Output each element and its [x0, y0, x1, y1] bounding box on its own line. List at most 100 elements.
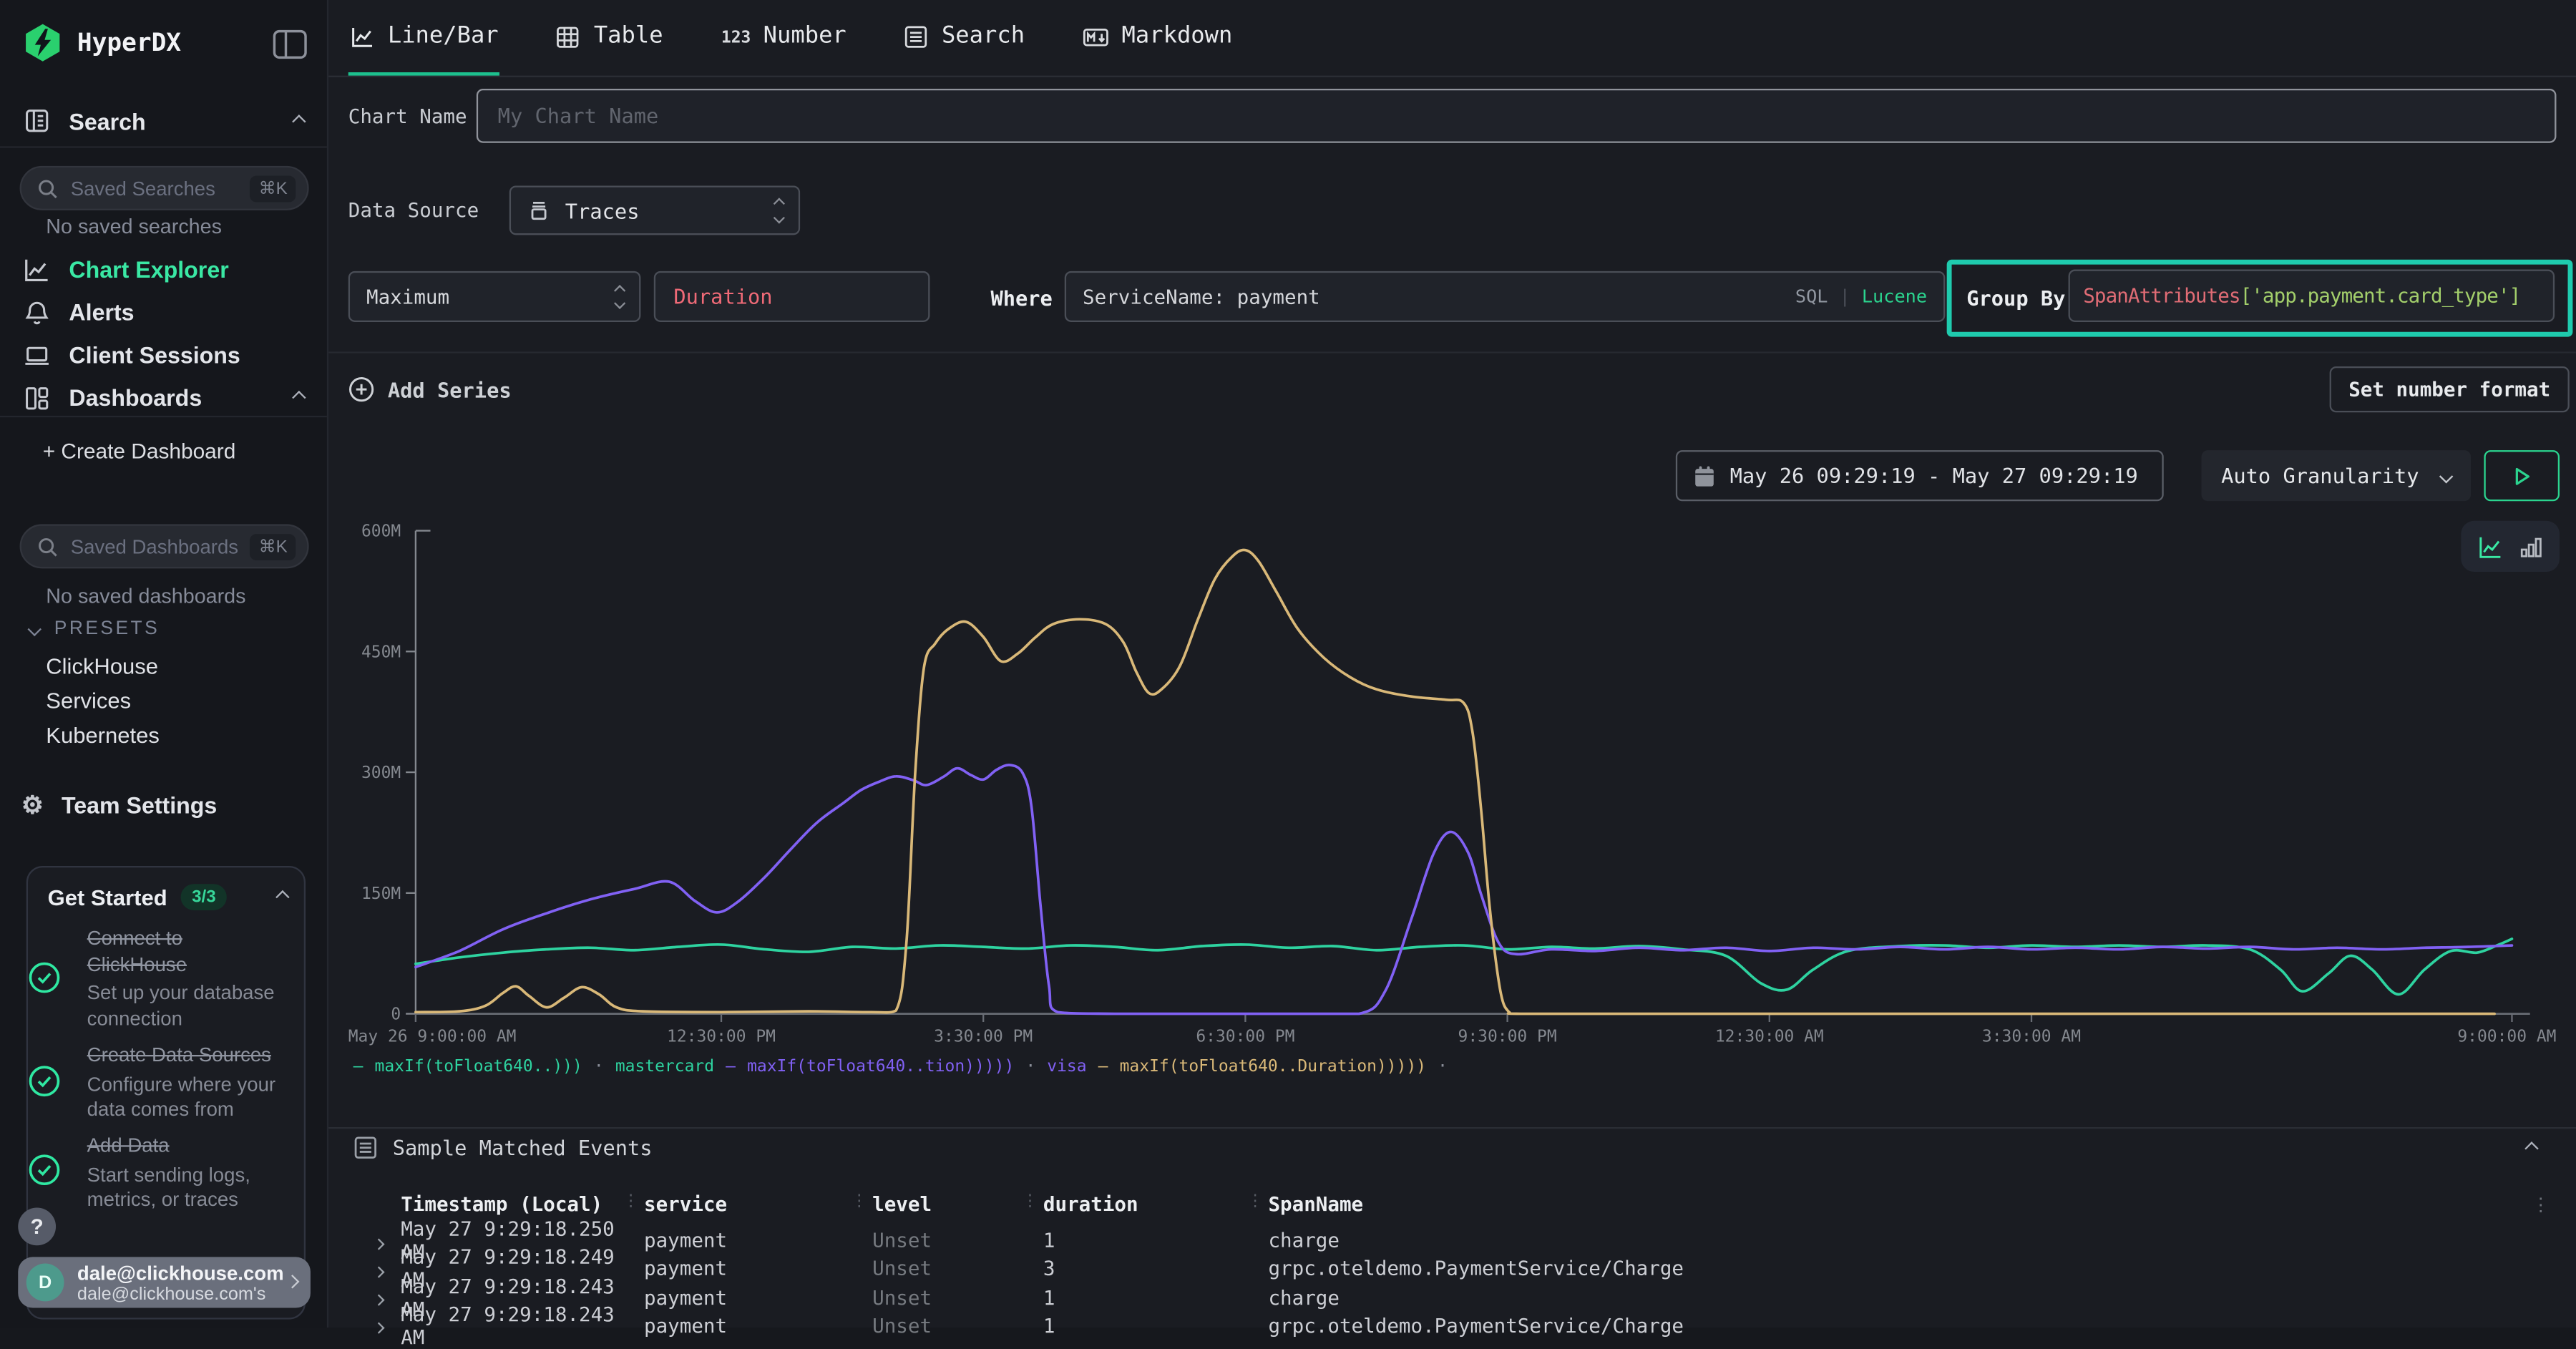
legend-segment[interactable]: — — [726, 1058, 736, 1076]
column-resize-handle[interactable]: ⋮ — [623, 1193, 639, 1211]
tab-line-bar[interactable]: Line/Bar — [348, 0, 500, 76]
brand-title: HyperDX — [77, 28, 181, 57]
svg-text:0: 0 — [391, 1005, 401, 1024]
table-cell: grpc.oteldemo.PaymentService/Charge — [1268, 1314, 2527, 1337]
line-chart-icon — [23, 255, 51, 283]
no-saved-searches-text: No saved searches — [46, 215, 222, 238]
legend-segment[interactable]: maxIf(toFloat640..))) — [375, 1058, 582, 1076]
tab-markdown[interactable]: Markdown — [1080, 0, 1234, 76]
chart-type-tabbar: Line/Bar Table 123 Number Search — [328, 0, 2576, 77]
data-source-select[interactable]: Traces — [509, 185, 800, 235]
granularity-select[interactable]: Auto Granularity — [2202, 450, 2472, 501]
preset-clickhouse[interactable]: ClickHouse — [46, 654, 158, 678]
calendar-icon — [1694, 464, 1715, 487]
sidebar-item-team-settings[interactable]: ⚙ Team Settings — [0, 784, 327, 827]
svg-text:12:30:00 PM: 12:30:00 PM — [667, 1028, 776, 1046]
chevron-down-icon — [2439, 469, 2453, 482]
select-chevrons-icon — [775, 200, 782, 220]
timeseries-chart[interactable]: 600M450M300M150M0May 26 9:00:00 AM12:30:… — [328, 510, 2576, 1068]
sidebar-item-client-sessions[interactable]: Client Sessions — [0, 333, 327, 376]
chevron-up-icon[interactable] — [292, 391, 306, 404]
123-icon: 123 — [721, 26, 750, 47]
chevron-down-icon — [27, 623, 41, 636]
set-number-format-button[interactable]: Set number format — [2330, 366, 2570, 412]
tab-search[interactable]: Search — [902, 0, 1027, 76]
field-input[interactable]: Duration — [654, 271, 930, 322]
tab-number[interactable]: 123 Number — [719, 0, 848, 76]
where-input[interactable]: ServiceName: payment SQL | Lucene — [1065, 271, 1946, 322]
column-resize-handle[interactable]: ⋮ — [1247, 1193, 1264, 1211]
chart-legend: — maxIf(toFloat640..))) · mastercard — maxIf(… — [353, 1058, 2555, 1076]
svg-text:150M: 150M — [361, 885, 401, 903]
column-header[interactable]: ⋮SpanName — [1268, 1193, 2527, 1216]
saved-dashboards-placeholder: Saved Dashboards — [71, 535, 238, 557]
search-icon — [36, 177, 59, 200]
divider — [328, 351, 2576, 353]
tab-table[interactable]: Table — [555, 0, 665, 76]
preset-kubernetes[interactable]: Kubernetes — [46, 723, 160, 747]
collapse-panel-icon[interactable] — [2524, 1141, 2538, 1155]
chevron-up-icon[interactable] — [275, 890, 289, 904]
lucene-toggle[interactable]: Lucene — [1862, 286, 1927, 307]
legend-segment[interactable]: mastercard — [615, 1058, 714, 1076]
expand-row-icon[interactable] — [374, 1314, 401, 1337]
legend-segment[interactable]: · — [594, 1058, 604, 1076]
sidebar-collapse-icon[interactable] — [273, 29, 307, 59]
column-resize-handle[interactable]: ⋮ — [1022, 1193, 1038, 1211]
sidebar-section-search[interactable]: Search — [0, 95, 327, 147]
column-resize-handle[interactable]: ⋮ — [851, 1193, 867, 1211]
create-dashboard-link[interactable]: + Create Dashboard — [43, 439, 236, 463]
chevron-right-icon — [286, 1275, 299, 1288]
column-header[interactable]: ⋮service — [644, 1193, 872, 1216]
get-started-item[interactable]: Connect to ClickHouse Set up your databa… — [48, 927, 291, 1033]
table-cell: 1 — [1043, 1314, 1269, 1337]
legend-segment[interactable]: visa — [1047, 1058, 1086, 1076]
get-started-item[interactable]: Create Data Sources Configure where your… — [48, 1043, 291, 1124]
events-table: Timestamp (Local)⋮service⋮level⋮duration… — [374, 1193, 2527, 1328]
sql-toggle[interactable]: SQL — [1795, 286, 1828, 307]
laptop-icon — [23, 341, 51, 369]
legend-segment[interactable]: maxIf(toFloat640..tion))))) — [747, 1058, 1014, 1076]
aggregation-select[interactable]: Maximum — [348, 271, 641, 322]
user-menu[interactable]: D dale@clickhouse.com dale@clickhouse.co… — [18, 1257, 311, 1307]
logs-icon — [23, 107, 51, 135]
saved-dashboards-input[interactable]: Saved Dashboards ⌘K — [20, 524, 309, 568]
table-row[interactable]: May 27 9:29:18.243 AMpaymentUnset1grpc.o… — [374, 1302, 2527, 1348]
legend-segment[interactable]: · — [1025, 1058, 1035, 1076]
legend-segment[interactable]: — — [353, 1058, 364, 1076]
svg-text:12:30:00 AM: 12:30:00 AM — [1715, 1028, 1824, 1046]
table-cell: Unset — [872, 1314, 1043, 1337]
date-range-picker[interactable]: May 26 09:29:19 - May 27 09:29:19 — [1676, 450, 2164, 501]
chevron-up-icon[interactable] — [292, 114, 306, 127]
column-header[interactable]: Timestamp (Local) — [401, 1193, 644, 1216]
saved-searches-input[interactable]: Saved Searches ⌘K — [20, 166, 309, 210]
hyperdx-logo-icon — [21, 21, 64, 64]
sidebar-item-alerts[interactable]: Alerts — [0, 291, 327, 333]
get-started-item[interactable]: Add Data Start sending logs, metrics, or… — [48, 1134, 291, 1214]
svg-text:300M: 300M — [361, 764, 401, 782]
table-header-row: Timestamp (Local)⋮service⋮level⋮duration… — [374, 1193, 2527, 1216]
add-series-button[interactable]: Add Series — [348, 376, 512, 403]
column-header[interactable]: ⋮level — [872, 1193, 1043, 1216]
shortcut-badge: ⌘K — [250, 533, 296, 560]
presets-section-toggle[interactable]: PRESETS — [29, 620, 160, 640]
sidebar-item-dashboards[interactable]: Dashboards — [0, 376, 327, 419]
svg-text:123: 123 — [721, 28, 750, 47]
legend-segment[interactable]: — — [1098, 1058, 1108, 1076]
run-query-button[interactable] — [2484, 450, 2560, 501]
svg-text:6:30:00 PM: 6:30:00 PM — [1196, 1028, 1294, 1046]
avatar: D — [26, 1264, 64, 1302]
group-by-input[interactable]: SpanAttributes['app.payment.card_type'] — [2069, 270, 2555, 322]
sample-events-header[interactable]: Sample Matched Events — [353, 1135, 653, 1159]
get-started-header[interactable]: Get Started 3/3 — [48, 884, 288, 910]
svg-text:9:00:00 AM: 9:00:00 AM — [2457, 1028, 2556, 1046]
legend-segment[interactable]: maxIf(toFloat640..Duration))))) — [1120, 1058, 1427, 1076]
column-header[interactable]: ⋮duration — [1043, 1193, 1269, 1216]
preset-services[interactable]: Services — [46, 688, 131, 713]
help-button[interactable]: ? — [18, 1208, 56, 1246]
legend-segment[interactable]: · — [1438, 1058, 1448, 1076]
table-menu-icon[interactable]: ⋮ — [2532, 1194, 2550, 1216]
sidebar-item-chart-explorer[interactable]: Chart Explorer — [0, 248, 327, 291]
chart-name-input[interactable] — [478, 90, 2555, 141]
saved-searches-placeholder: Saved Searches — [71, 177, 215, 200]
